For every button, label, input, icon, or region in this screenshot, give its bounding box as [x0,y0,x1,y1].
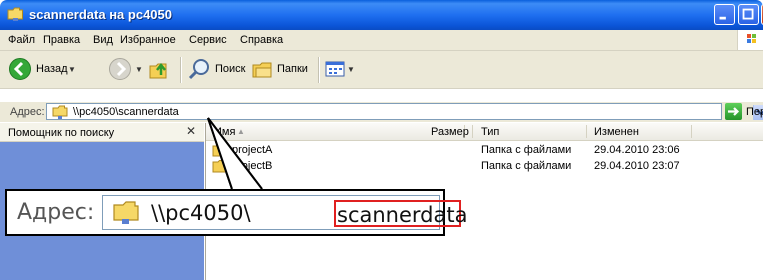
back-button[interactable]: Назад ▼ [8,57,76,81]
network-folder-icon [52,105,68,119]
column-modified[interactable]: Изменен [594,126,639,138]
search-icon [188,59,209,80]
file-type: Папка с файлами [481,144,572,156]
file-type: Папка с файлами [481,160,572,172]
search-button[interactable]: Поиск [188,57,252,81]
views-dropdown-icon[interactable]: ▼ [347,65,355,74]
file-modified: 29.04.2010 23:07 [594,160,680,172]
column-size[interactable]: Размер [431,126,469,138]
toolbar-separator [180,57,182,83]
menu-bar: Файл Правка Вид Избранное Сервис Справка [0,30,763,51]
search-label: Поиск [215,63,246,75]
go-label[interactable]: Переход [746,106,763,118]
windows-logo-icon [737,30,763,50]
list-item[interactable]: projectB Папка с файлами 29.04.2010 23:0… [206,158,763,174]
explorer-window: scannerdata на pc4050 Файл Правка Вид Из… [0,0,763,280]
toolbar: Назад ▼ ▼ Поиск Папки ▼ [0,51,763,89]
title-bar[interactable]: scannerdata на pc4050 [0,0,763,30]
network-folder-icon [7,7,23,21]
maximize-icon [742,8,754,20]
menu-edit[interactable]: Правка [43,34,80,46]
up-button[interactable] [147,57,173,81]
back-label: Назад [36,63,68,75]
forward-arrow-icon [109,58,131,80]
address-value: \\pc4050\scannerdata [73,106,179,118]
callout-address-label: Адрес: [17,200,95,225]
address-zoom-callout: Адрес: \\pc4050\ scannerdata [5,189,467,236]
callout-share-name: scannerdata [337,203,468,227]
views-button[interactable]: ▼ [324,57,358,81]
maximize-button[interactable] [738,4,759,25]
column-name[interactable]: Имя [214,126,235,138]
folder-icon [212,144,227,157]
address-input[interactable]: \\pc4050\scannerdata [46,103,763,120]
menu-help[interactable]: Справка [240,34,283,46]
column-type[interactable]: Тип [481,126,499,138]
column-separator[interactable] [472,125,473,138]
views-icon [325,61,345,77]
search-assistant-header: Помощник по поиску ✕ [0,123,204,142]
column-header: Имя ▲ Размер Тип Изменен [206,123,763,141]
window-title: scannerdata на pc4050 [29,7,172,22]
close-panel-icon[interactable]: ✕ [186,124,196,138]
back-arrow-icon [9,58,31,80]
go-arrow-icon [728,107,740,116]
callout-address-box: \\pc4050\ scannerdata [102,195,467,230]
minimize-icon [719,16,726,20]
folders-button[interactable]: Папки [251,57,313,81]
forward-button[interactable]: ▼ [108,57,143,81]
address-bar: Адрес: \\pc4050\scannerdata Переход [0,102,763,122]
menu-favorites[interactable]: Избранное [120,34,176,46]
up-folder-icon [149,62,167,79]
search-assistant-title: Помощник по поиску [8,127,115,139]
sort-ascending-icon: ▲ [237,127,245,136]
menu-file[interactable]: Файл [8,34,35,46]
folders-icon [252,62,272,78]
forward-dropdown-icon[interactable]: ▼ [135,65,143,74]
callout-path-prefix: \\pc4050\ [151,201,251,225]
list-item[interactable]: projectA Папка с файлами 29.04.2010 23:0… [206,142,763,158]
column-separator[interactable] [691,125,692,138]
share-name-highlight: scannerdata [334,200,467,227]
file-name: projectA [232,144,273,156]
menu-tools[interactable]: Сервис [189,34,227,46]
minimize-button[interactable] [714,4,735,25]
file-modified: 29.04.2010 23:06 [594,144,680,156]
column-separator[interactable] [586,125,587,138]
file-name: projectB [232,160,273,172]
back-dropdown-icon[interactable]: ▼ [68,65,76,74]
menu-view[interactable]: Вид [93,34,113,46]
address-label: Адрес: [10,106,45,118]
folders-label: Папки [277,63,308,75]
go-button[interactable] [725,103,742,120]
toolbar-separator [318,57,320,83]
folder-icon [212,160,227,173]
network-folder-icon [113,201,139,224]
